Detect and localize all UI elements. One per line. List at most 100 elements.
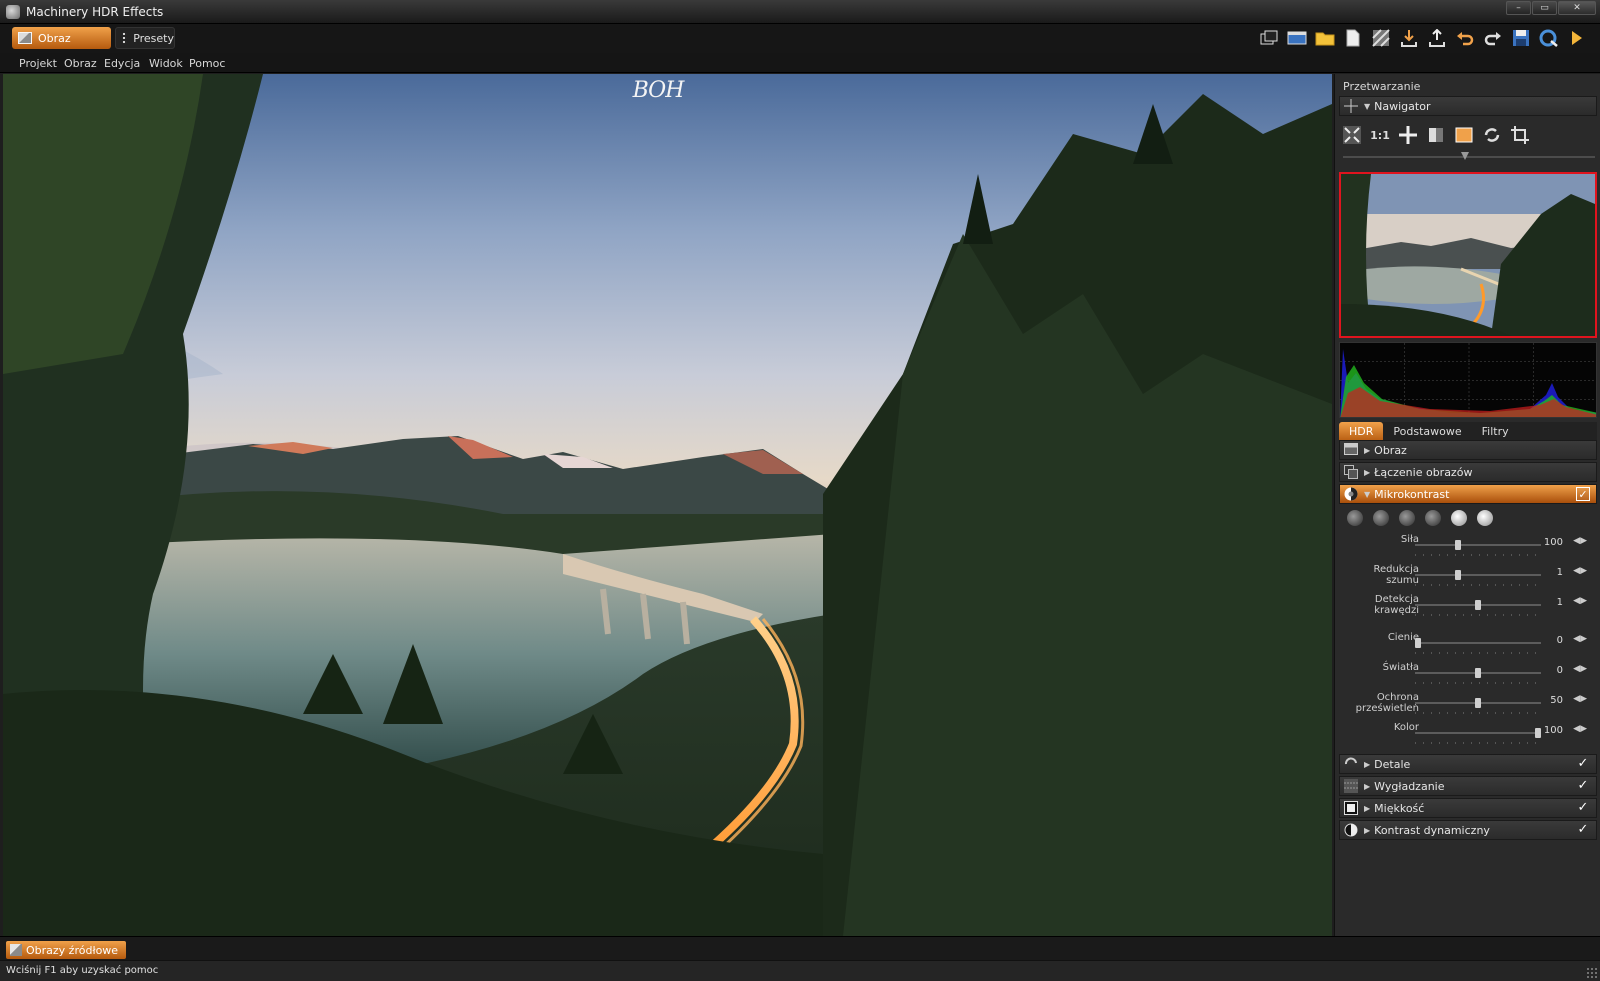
- slider-handle[interactable]: [1455, 570, 1461, 580]
- app-icon: [6, 5, 20, 19]
- section-obraz[interactable]: ▶ Obraz: [1339, 440, 1597, 460]
- section-mikrokontrast[interactable]: ▼ Mikrokontrast ✓: [1339, 484, 1597, 504]
- slider-handle[interactable]: [1455, 540, 1461, 550]
- image-canvas[interactable]: BOH: [3, 74, 1332, 936]
- import-icon[interactable]: [1398, 27, 1420, 49]
- redo-icon[interactable]: [1482, 27, 1504, 49]
- miekkosc-checkbox[interactable]: ✓: [1576, 801, 1590, 815]
- slider-stepper-icon[interactable]: ◀▶: [1573, 664, 1587, 674]
- window-title: Machinery HDR Effects: [26, 5, 164, 19]
- bottom-tab-bar: Obrazy źródłowe: [0, 936, 1600, 960]
- section-kontrast-dynamiczny[interactable]: ▶ Kontrast dynamiczny ✓: [1339, 820, 1597, 840]
- window-icon[interactable]: [1286, 27, 1308, 49]
- slider-value: 100: [1543, 725, 1563, 736]
- slider-track[interactable]: [1415, 642, 1541, 644]
- preset-button[interactable]: [1399, 510, 1415, 526]
- navigator-label: Nawigator: [1374, 99, 1431, 113]
- frame-icon[interactable]: [1453, 124, 1475, 146]
- pan-tool-icon[interactable]: [1397, 124, 1419, 146]
- slider-handle[interactable]: [1415, 638, 1421, 648]
- slider-stepper-icon[interactable]: ◀▶: [1573, 724, 1587, 734]
- fit-icon[interactable]: [1341, 124, 1363, 146]
- export-icon[interactable]: [1426, 27, 1448, 49]
- menu-widok[interactable]: Widok: [149, 57, 183, 70]
- folder-open-icon[interactable]: [1314, 27, 1336, 49]
- navigator-header[interactable]: ▼ Nawigator: [1339, 96, 1597, 116]
- crop-icon[interactable]: [1509, 124, 1531, 146]
- menu-pomoc[interactable]: Pomoc: [189, 57, 225, 70]
- preset-button[interactable]: [1451, 510, 1467, 526]
- maximize-button[interactable]: ▭: [1532, 1, 1557, 15]
- compare-icon[interactable]: [1425, 124, 1447, 146]
- undo-icon[interactable]: [1454, 27, 1476, 49]
- mikrokontrast-checkbox[interactable]: ✓: [1576, 487, 1590, 501]
- zoom-slider-handle[interactable]: [1461, 152, 1469, 160]
- merge-icon: [1344, 465, 1358, 479]
- navigator-thumbnail[interactable]: [1339, 172, 1597, 338]
- slider-value: 100: [1543, 537, 1563, 548]
- play-icon[interactable]: [1566, 27, 1588, 49]
- slider-stepper-icon[interactable]: ◀▶: [1573, 566, 1587, 576]
- chevron-right-icon: ▶: [1364, 803, 1371, 813]
- source-images-tab[interactable]: Obrazy źródłowe: [6, 941, 127, 959]
- mode-presety-button[interactable]: Presety: [115, 27, 175, 49]
- menu-edycja[interactable]: Edycja: [104, 57, 140, 70]
- section-detale[interactable]: ▶ Detale ✓: [1339, 754, 1597, 774]
- preset-button[interactable]: [1477, 510, 1493, 526]
- slider-row: Redukcja szumu 1 ◀▶: [1339, 564, 1597, 590]
- section-miekkosc-label: Miękkość: [1374, 801, 1425, 815]
- kontrast-dynamiczny-checkbox[interactable]: ✓: [1576, 823, 1590, 837]
- slider-handle[interactable]: [1535, 728, 1541, 738]
- save-icon[interactable]: [1510, 27, 1532, 49]
- zoom-1-1-button[interactable]: 1:1: [1369, 124, 1391, 146]
- tab-filtry[interactable]: Filtry: [1472, 422, 1519, 442]
- slider-track[interactable]: [1415, 574, 1541, 576]
- slider-track[interactable]: [1415, 544, 1541, 546]
- close-button[interactable]: ✕: [1558, 1, 1596, 15]
- panel-title: Przetwarzanie: [1343, 80, 1421, 93]
- histogram-graph: [1340, 343, 1596, 417]
- batch-icon[interactable]: [1370, 27, 1392, 49]
- tab-hdr[interactable]: HDR: [1339, 422, 1384, 442]
- new-file-icon[interactable]: [1342, 27, 1364, 49]
- slider-label-line2: krawędzi: [1374, 605, 1419, 616]
- process-icon[interactable]: [1538, 27, 1560, 49]
- section-laczenie[interactable]: ▶ Łączenie obrazów: [1339, 462, 1597, 482]
- detale-checkbox[interactable]: ✓: [1576, 757, 1590, 771]
- slider-row: Kolor 100 ◀▶: [1339, 722, 1597, 748]
- zoom-slider-track[interactable]: [1343, 156, 1595, 158]
- slider-handle[interactable]: [1475, 698, 1481, 708]
- preset-button[interactable]: [1373, 510, 1389, 526]
- slider-stepper-icon[interactable]: ◀▶: [1573, 694, 1587, 704]
- landscape-photo: [3, 74, 1332, 936]
- preset-button[interactable]: [1425, 510, 1441, 526]
- slider-track[interactable]: [1415, 732, 1541, 734]
- slider-label-line2: prześwietleń: [1355, 703, 1419, 714]
- chevron-right-icon: ▶: [1364, 759, 1371, 769]
- toolbar-icons: [1258, 27, 1588, 49]
- slider-stepper-icon[interactable]: ◀▶: [1573, 536, 1587, 546]
- menu-obraz[interactable]: Obraz: [64, 57, 97, 70]
- menu-projekt[interactable]: Projekt: [19, 57, 57, 70]
- image-icon: [1344, 443, 1358, 457]
- windows-icon[interactable]: [1258, 27, 1280, 49]
- slider-value: 1: [1556, 597, 1563, 608]
- slider-stepper-icon[interactable]: ◀▶: [1573, 634, 1587, 644]
- slider-label-line2: szumu: [1386, 575, 1419, 586]
- minimize-button[interactable]: –: [1506, 1, 1531, 15]
- preset-button[interactable]: [1347, 510, 1363, 526]
- mode-obraz-button[interactable]: Obraz: [12, 27, 111, 49]
- slider-handle[interactable]: [1475, 668, 1481, 678]
- watermark-logo: BOH: [632, 78, 685, 103]
- section-wygladzanie[interactable]: ▶ Wygładzanie ✓: [1339, 776, 1597, 796]
- rotate-icon[interactable]: [1481, 124, 1503, 146]
- slider-label: Światła: [1383, 662, 1419, 673]
- slider-handle[interactable]: [1475, 600, 1481, 610]
- status-text: Wciśnij F1 aby uzyskać pomoc: [6, 965, 159, 976]
- resize-grip[interactable]: [1586, 967, 1598, 979]
- wygladzanie-checkbox[interactable]: ✓: [1576, 779, 1590, 793]
- slider-stepper-icon[interactable]: ◀▶: [1573, 596, 1587, 606]
- tab-podstawowe[interactable]: Podstawowe: [1383, 422, 1471, 442]
- slider-ticks: [1415, 712, 1541, 714]
- section-miekkosc[interactable]: ▶ Miękkość ✓: [1339, 798, 1597, 818]
